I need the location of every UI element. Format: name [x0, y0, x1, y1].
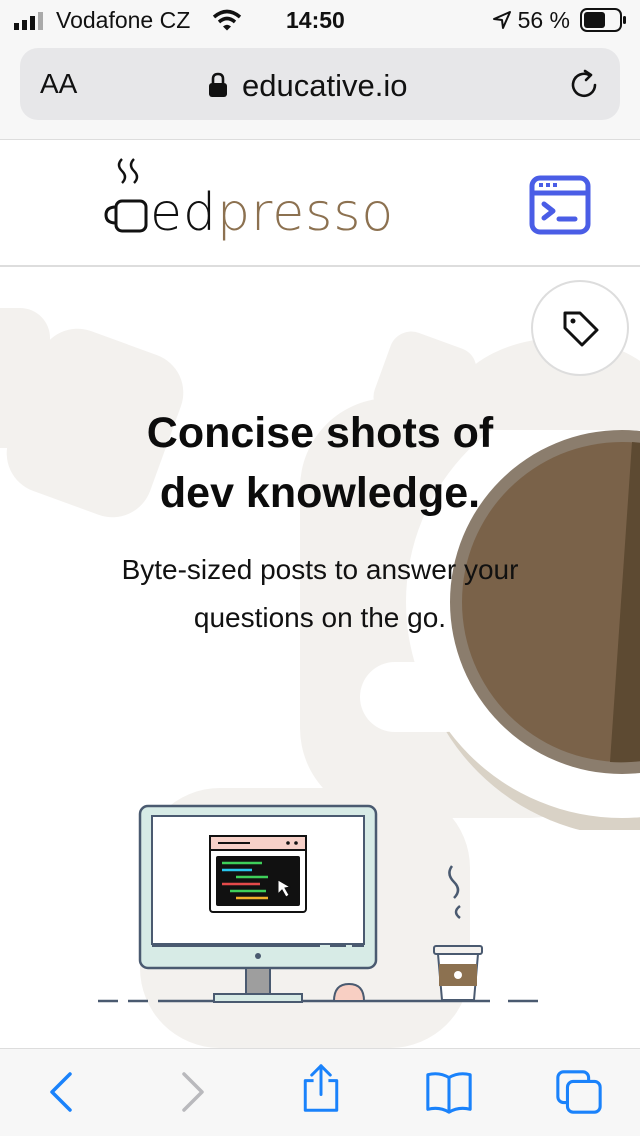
status-bar: Vodafone CZ 14:50 56 %	[0, 0, 640, 40]
bookmarks-icon[interactable]	[424, 1067, 474, 1117]
edpresso-logo[interactable]: edpresso	[100, 153, 410, 253]
wifi-icon	[212, 9, 242, 31]
clock: 14:50	[286, 7, 345, 33]
logo-wordmark: edpresso	[150, 183, 394, 243]
tabs-icon[interactable]	[554, 1067, 604, 1117]
text-size-button[interactable]: AA	[40, 68, 77, 100]
battery-icon	[580, 8, 626, 32]
browser-toolbar	[0, 1048, 640, 1136]
battery-percent: 56 %	[517, 7, 570, 33]
console-icon[interactable]	[529, 175, 591, 235]
hero-heading-line2: dev knowledge.	[159, 469, 481, 517]
browser-url-area: AA educative.io	[0, 40, 640, 140]
hero-heading-line1: Concise shots of	[146, 409, 494, 457]
site-header: edpresso	[0, 141, 640, 267]
hero-subheading-line1: Byte-sized posts to answer your	[121, 554, 519, 585]
signal-icon	[14, 12, 43, 30]
forward-icon[interactable]	[166, 1067, 216, 1117]
coffee-cup-logo-icon	[104, 158, 148, 233]
back-icon[interactable]	[38, 1067, 88, 1117]
location-arrow-icon	[493, 11, 511, 29]
desk-illustration	[98, 804, 538, 1003]
reload-icon[interactable]	[568, 68, 602, 102]
logo-text-ed: ed	[150, 183, 217, 243]
address-bar[interactable]: AA educative.io	[20, 48, 620, 120]
tag-icon	[563, 311, 599, 347]
lock-icon	[209, 72, 227, 97]
tags-button[interactable]	[531, 280, 629, 376]
hero-heading: Concise shots of dev knowledge.	[0, 403, 640, 523]
hero-subheading: Byte-sized posts to answer your question…	[0, 546, 640, 642]
carrier-label: Vodafone CZ	[56, 7, 191, 33]
share-icon[interactable]	[296, 1063, 346, 1113]
logo-text-presso: presso	[217, 183, 395, 243]
hero-section: Concise shots of dev knowledge. Byte-siz…	[0, 268, 640, 1048]
url-domain[interactable]: educative.io	[242, 68, 407, 104]
hero-subheading-line2: questions on the go.	[193, 602, 447, 633]
